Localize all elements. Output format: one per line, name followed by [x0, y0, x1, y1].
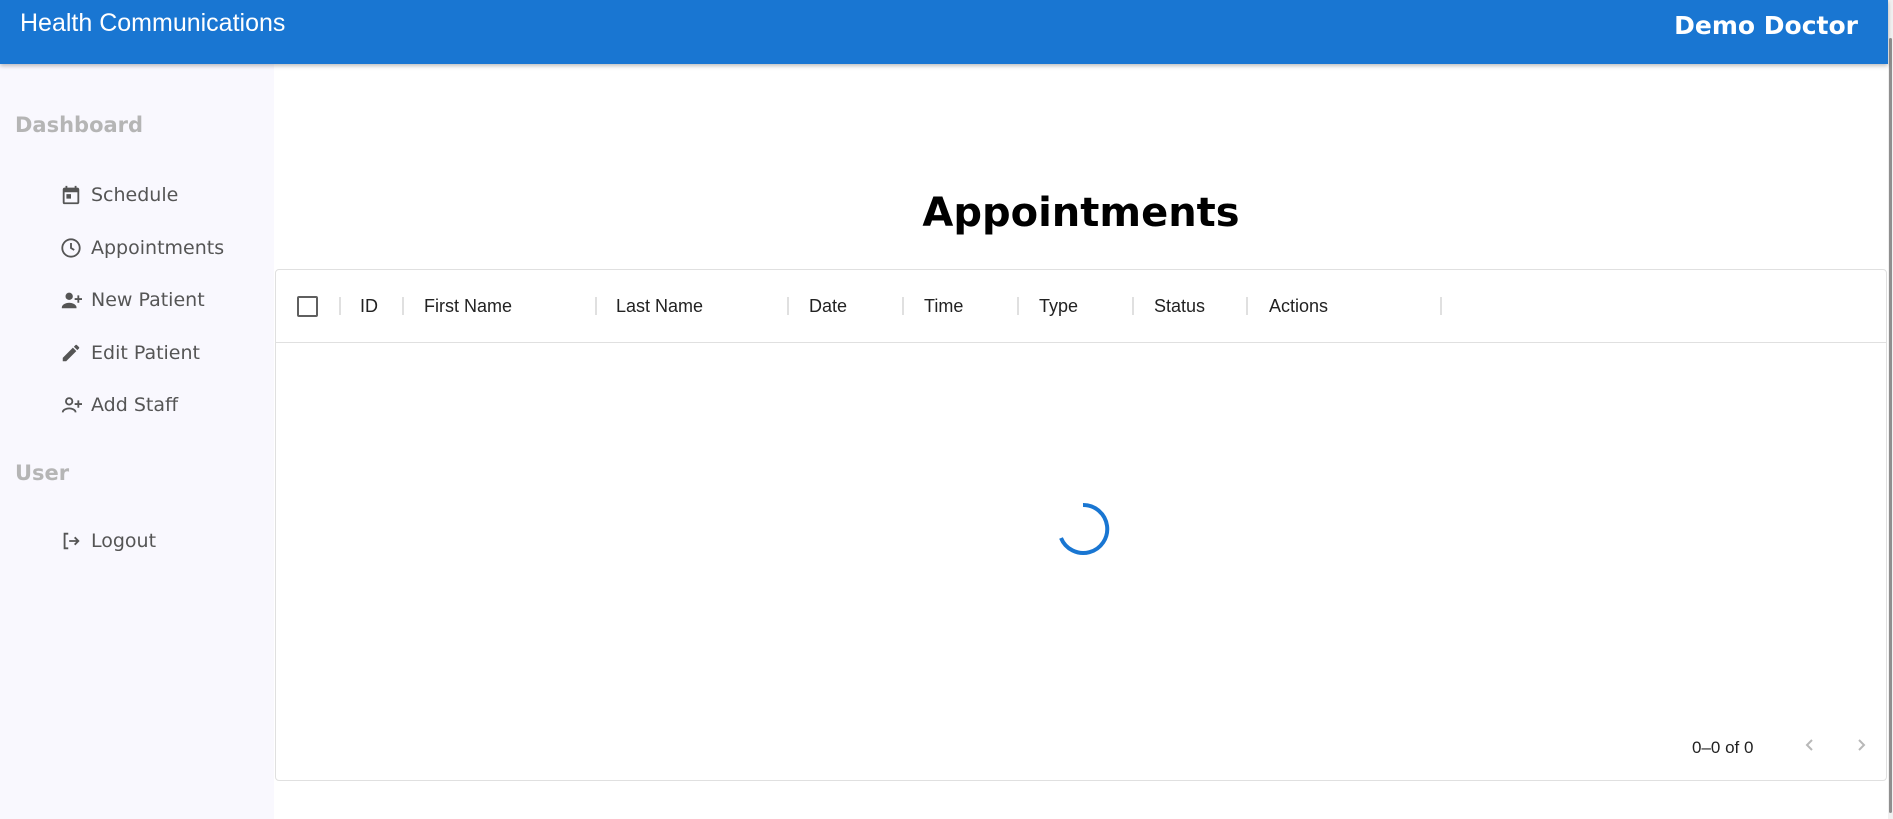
sidebar-item-logout[interactable]: Logout — [58, 523, 156, 559]
column-separator[interactable] — [787, 297, 789, 315]
column-separator[interactable] — [1017, 297, 1019, 315]
calendar-icon — [58, 182, 84, 208]
app-bar: Health Communications Demo Doctor — [0, 0, 1888, 64]
sidebar: Dashboard Schedule Appointments New Pati… — [0, 64, 274, 819]
logout-icon — [58, 528, 84, 554]
sidebar-item-schedule[interactable]: Schedule — [58, 177, 178, 213]
column-separator[interactable] — [1246, 297, 1248, 315]
next-page-button[interactable] — [1846, 732, 1876, 762]
sidebar-item-label: Add Staff — [91, 394, 179, 416]
clock-icon — [58, 235, 84, 261]
column-separator[interactable] — [1440, 297, 1442, 315]
column-separator[interactable] — [339, 297, 341, 315]
page-scrollbar-thumb[interactable] — [1889, 38, 1892, 813]
column-header-time[interactable]: Time — [924, 270, 963, 343]
sidebar-item-label: New Patient — [91, 289, 205, 311]
column-header-id[interactable]: ID — [360, 270, 378, 343]
sidebar-item-label: Schedule — [91, 184, 179, 206]
sidebar-item-add-staff[interactable]: Add Staff — [58, 387, 178, 423]
column-header-first-name[interactable]: First Name — [424, 270, 512, 343]
chevron-left-icon — [1803, 738, 1817, 757]
column-separator[interactable] — [902, 297, 904, 315]
select-all-checkbox[interactable] — [297, 296, 318, 317]
sidebar-item-edit-patient[interactable]: Edit Patient — [58, 335, 200, 371]
column-header-status[interactable]: Status — [1154, 270, 1205, 343]
previous-page-button[interactable] — [1795, 732, 1825, 762]
person-add-icon — [58, 287, 84, 313]
sidebar-item-appointments[interactable]: Appointments — [58, 230, 224, 266]
column-header-type[interactable]: Type — [1039, 270, 1078, 343]
appointments-table: ID First Name Last Name Date Time Type S… — [275, 269, 1887, 781]
column-separator[interactable] — [1132, 297, 1134, 315]
page-title: Appointments — [922, 190, 1240, 236]
sidebar-item-label: Edit Patient — [91, 342, 200, 364]
loading-spinner-icon — [1056, 502, 1110, 556]
page-scrollbar[interactable] — [1888, 0, 1893, 819]
sidebar-heading-dashboard: Dashboard — [15, 113, 144, 137]
sidebar-item-label: Appointments — [91, 237, 225, 259]
column-separator[interactable] — [595, 297, 597, 315]
table-header: ID First Name Last Name Date Time Type S… — [276, 270, 1886, 343]
column-header-date[interactable]: Date — [809, 270, 847, 343]
column-header-last-name[interactable]: Last Name — [616, 270, 703, 343]
column-header-actions[interactable]: Actions — [1269, 270, 1328, 343]
chevron-right-icon — [1854, 738, 1868, 757]
app-title: Health Communications — [20, 9, 286, 37]
column-separator[interactable] — [402, 297, 404, 315]
sidebar-item-label: Logout — [91, 530, 157, 552]
user-name[interactable]: Demo Doctor — [1674, 11, 1858, 40]
sidebar-item-new-patient[interactable]: New Patient — [58, 282, 205, 318]
person-add-outline-icon — [58, 392, 84, 418]
pencil-icon — [58, 340, 84, 366]
main-content: Appointments ID First Name Last Name Dat… — [274, 64, 1888, 819]
sidebar-heading-user: User — [15, 461, 70, 485]
pagination-range: 0–0 of 0 — [1692, 738, 1754, 757]
